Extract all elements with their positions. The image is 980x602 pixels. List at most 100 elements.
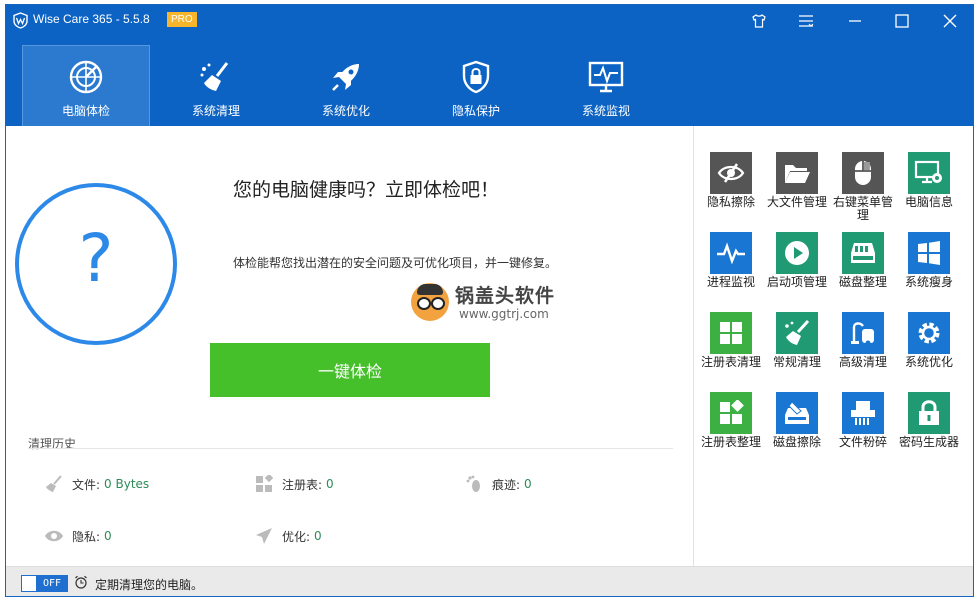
headline: 您的电脑健康吗？立即体检吧！	[233, 179, 500, 201]
history-registry-label: 注册表:	[282, 477, 323, 492]
tab-clean[interactable]: 系统清理	[153, 46, 279, 126]
eye-slash-icon	[710, 152, 752, 194]
gear-icon	[908, 312, 950, 354]
main-panel: ? 您的电脑健康吗？立即体检吧！ 体检能帮您找出潜在的安全问题及可优化项目，并一…	[6, 126, 693, 566]
one-click-checkup-button[interactable]: 一键体检	[210, 343, 490, 397]
history-traces-value: 0	[524, 477, 532, 491]
play-icon	[776, 232, 818, 274]
pc-info-icon	[908, 152, 950, 194]
grid-diamond-icon	[710, 392, 752, 434]
tool-registry-cleaner[interactable]: 注册表清理	[698, 312, 764, 369]
tab-monitor[interactable]: 系统监视	[543, 46, 669, 126]
description: 体检能帮您找出潜在的安全问题及可优化项目，并一键修复。	[233, 256, 558, 270]
history-registry-value: 0	[326, 477, 334, 491]
tool-disk-eraser[interactable]: 磁盘擦除	[764, 392, 830, 449]
scheduled-clean-toggle[interactable]: OFF	[21, 575, 68, 592]
menu-icon	[799, 15, 814, 27]
tool-pc-info[interactable]: 电脑信息	[896, 152, 962, 209]
tool-password-generator[interactable]: 密码生成器	[896, 392, 962, 449]
scheduled-clean-text: 定期清理您的电脑。	[95, 578, 204, 592]
registry-icon	[254, 474, 274, 494]
tool-label: 系统优化	[904, 355, 953, 369]
disk-erase-icon	[776, 392, 818, 434]
close-button[interactable]	[930, 5, 970, 37]
menu-button[interactable]	[786, 5, 826, 37]
tool-large-files[interactable]: 大文件管理	[764, 152, 830, 209]
padlock-icon	[908, 392, 950, 434]
mascot-icon	[411, 283, 449, 321]
vacuum-icon	[842, 312, 884, 354]
shirt-icon	[752, 14, 766, 28]
tool-label: 磁盘整理	[838, 275, 887, 289]
tool-label: 右键菜单管理	[832, 195, 893, 222]
watermark-url: www.ggtrj.com	[459, 307, 549, 321]
watermark-title: 锅盖头软件	[455, 285, 556, 307]
footprint-icon	[464, 474, 484, 494]
eye-icon	[44, 526, 64, 546]
tool-startup-manager[interactable]: 启动项管理	[764, 232, 830, 289]
history-files-label: 文件:	[72, 477, 101, 492]
tool-label: 大文件管理	[766, 195, 827, 209]
pulse-icon	[710, 232, 752, 274]
tab-clean-label: 系统清理	[191, 104, 240, 118]
history-files: 文件: 0 Bytes	[44, 474, 149, 494]
history-files-value: 0 Bytes	[104, 477, 150, 491]
alarm-clock-icon	[75, 575, 87, 589]
plane-icon	[254, 526, 274, 546]
grid-icon	[710, 312, 752, 354]
pro-badge: PRO	[167, 12, 197, 27]
tool-disk-defrag[interactable]: 磁盘整理	[830, 232, 896, 289]
tool-process-monitor[interactable]: 进程监视	[698, 232, 764, 289]
tool-label: 电脑信息	[904, 195, 953, 209]
app-title: Wise Care 365 - 5.5.8	[33, 12, 150, 26]
skin-button[interactable]	[739, 5, 779, 37]
minimize-button[interactable]	[835, 5, 875, 37]
history-optimize: 优化: 0	[254, 526, 322, 546]
broom-icon	[200, 62, 229, 91]
app-logo-icon	[13, 12, 28, 29]
maximize-icon	[895, 14, 909, 28]
tab-monitor-label: 系统监视	[581, 104, 630, 118]
tool-system-slimming[interactable]: 系统瘦身	[896, 232, 962, 289]
maximize-button[interactable]	[882, 5, 922, 37]
close-icon	[943, 14, 957, 28]
tab-optimize-label: 系统优化	[321, 104, 370, 118]
rocket-icon	[332, 64, 359, 91]
minimize-icon	[849, 20, 861, 22]
tool-label: 高级清理	[838, 355, 887, 369]
tool-label: 系统瘦身	[904, 275, 953, 289]
header: Wise Care 365 - 5.5.8 PRO 电脑体检 系统清理 系统优化…	[6, 5, 973, 127]
history-privacy-label: 隐私:	[72, 529, 101, 544]
history-privacy: 隐私: 0	[44, 526, 112, 546]
tool-advanced-cleaner[interactable]: 高级清理	[830, 312, 896, 369]
app-window: Wise Care 365 - 5.5.8 PRO 电脑体检 系统清理 系统优化…	[5, 4, 974, 597]
broom-icon	[44, 474, 64, 494]
tool-file-shredder[interactable]: 文件粉碎	[830, 392, 896, 449]
windows-icon	[908, 232, 950, 274]
tool-registry-defrag[interactable]: 注册表整理	[698, 392, 764, 449]
folder-icon	[776, 152, 818, 194]
title-bar: Wise Care 365 - 5.5.8 PRO	[6, 5, 973, 37]
tab-checkup[interactable]: 电脑体检	[22, 45, 150, 127]
tool-privacy-eraser[interactable]: 隐私擦除	[698, 152, 764, 209]
tool-label: 进程监视	[706, 275, 755, 289]
tool-context-menu[interactable]: 右键菜单管理	[830, 152, 896, 222]
tool-system-optimizer[interactable]: 系统优化	[896, 312, 962, 369]
tool-label: 注册表清理	[700, 355, 761, 369]
history-optimize-label: 优化:	[282, 529, 311, 544]
history-traces: 痕迹: 0	[464, 474, 532, 494]
history-divider	[28, 448, 673, 449]
tool-label: 隐私擦除	[706, 195, 755, 209]
tab-privacy[interactable]: 隐私保护	[413, 46, 539, 126]
radar-icon	[69, 60, 103, 94]
mouse-icon	[842, 152, 884, 194]
history-traces-label: 痕迹:	[492, 477, 521, 492]
tab-optimize[interactable]: 系统优化	[283, 46, 409, 126]
history-privacy-value: 0	[104, 529, 112, 543]
health-status-ring: ?	[15, 183, 177, 345]
watermark: 锅盖头软件 www.ggtrj.com	[407, 279, 577, 329]
tool-common-cleaner[interactable]: 常规清理	[764, 312, 830, 369]
toggle-state: OFF	[37, 576, 67, 591]
tool-label: 常规清理	[772, 355, 821, 369]
tool-label: 启动项管理	[766, 275, 827, 289]
